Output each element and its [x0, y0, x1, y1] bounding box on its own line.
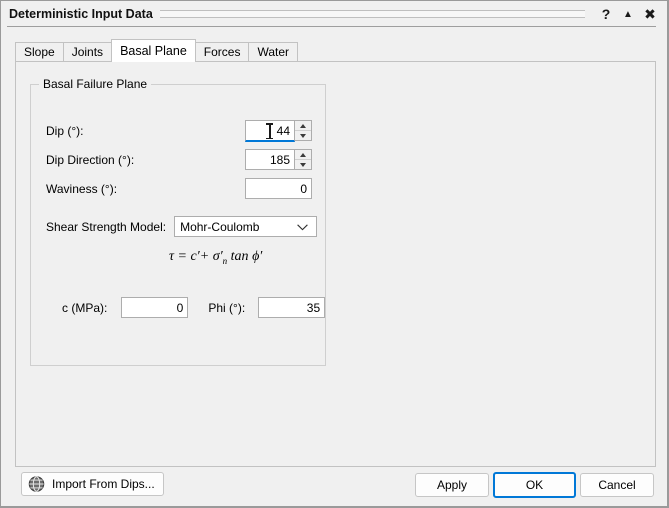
- dialog-window: Deterministic Input Data ? ▲ ✖ Slope Joi…: [0, 0, 669, 508]
- title-bar: Deterministic Input Data ? ▲ ✖: [1, 1, 667, 27]
- equation-sigma-subscript: n: [222, 255, 228, 266]
- equation-equals: =: [177, 249, 187, 264]
- equation-tan: tan: [230, 249, 249, 264]
- dip-direction-stepper-down[interactable]: [295, 160, 311, 169]
- cancel-button[interactable]: Cancel: [580, 473, 654, 497]
- title-separator: [7, 26, 656, 27]
- dip-value: 44: [276, 123, 290, 138]
- basal-failure-plane-group: Basal Failure Plane Dip (°): 44 Dip Dire…: [30, 77, 326, 366]
- phi-value: 35: [306, 300, 321, 315]
- import-from-dips-button[interactable]: Import From Dips...: [21, 472, 164, 496]
- dip-stepper-up[interactable]: [295, 121, 311, 131]
- dip-direction-label: Dip Direction (°):: [46, 152, 135, 167]
- dip-direction-value: 185: [269, 152, 290, 167]
- apply-button[interactable]: Apply: [415, 473, 489, 497]
- cohesion-input[interactable]: 0: [121, 297, 189, 318]
- equation-tau: τ: [169, 249, 175, 264]
- waviness-row: Waviness (°): 0: [46, 178, 312, 199]
- tab-content-panel: Basal Failure Plane Dip (°): 44 Dip Dire…: [15, 61, 656, 467]
- title-rule-decoration: [159, 10, 585, 18]
- tab-joints[interactable]: Joints: [62, 42, 113, 61]
- cohesion-value: 0: [176, 300, 184, 315]
- window-title: Deterministic Input Data: [9, 7, 153, 21]
- waviness-input[interactable]: 0: [245, 178, 312, 199]
- equation-plus: +: [199, 249, 210, 264]
- equation-phi: ϕ′: [252, 249, 263, 264]
- tab-strip: Slope Joints Basal Plane Forces Water: [15, 39, 299, 62]
- text-cursor-icon: [266, 123, 273, 139]
- group-legend: Basal Failure Plane: [39, 77, 152, 91]
- strength-parameters-row: c (MPa): 0 Phi (°): 35: [62, 297, 326, 318]
- waviness-label: Waviness (°):: [46, 181, 118, 196]
- tab-forces[interactable]: Forces: [194, 42, 250, 61]
- tab-slope[interactable]: Slope: [15, 42, 64, 61]
- close-icon[interactable]: ✖: [639, 3, 661, 25]
- globe-sphere-icon: [28, 476, 45, 493]
- dip-label: Dip (°):: [46, 124, 84, 138]
- dip-direction-stepper-up[interactable]: [295, 150, 311, 160]
- shear-strength-model-value: Mohr-Coulomb: [180, 219, 260, 234]
- shear-strength-model-label: Shear Strength Model:: [46, 219, 167, 234]
- chevron-down-icon: [297, 220, 308, 234]
- equation-sigma: σ′: [212, 249, 223, 264]
- tab-water[interactable]: Water: [248, 42, 299, 61]
- shear-strength-model-row: Shear Strength Model: Mohr-Coulomb: [46, 216, 318, 237]
- waviness-value: 0: [300, 181, 307, 196]
- dip-input[interactable]: 44: [245, 120, 295, 142]
- dip-direction-row: Dip Direction (°): 185: [46, 149, 312, 170]
- import-from-dips-label: Import From Dips...: [52, 477, 155, 491]
- dip-direction-stepper[interactable]: [295, 149, 312, 170]
- dip-stepper[interactable]: [295, 120, 312, 141]
- phi-input[interactable]: 35: [258, 297, 326, 318]
- ok-button[interactable]: OK: [493, 472, 576, 498]
- tab-basal-plane[interactable]: Basal Plane: [111, 39, 196, 62]
- phi-label: Phi (°):: [208, 300, 246, 315]
- dip-direction-input[interactable]: 185: [245, 149, 295, 170]
- help-question-icon[interactable]: ?: [595, 3, 617, 25]
- dip-row: Dip (°): 44: [46, 120, 312, 142]
- collapse-up-icon[interactable]: ▲: [617, 3, 639, 25]
- mohr-coulomb-equation: τ = c′+ σ′n tan ϕ′: [169, 249, 262, 266]
- equation-cohesion: c′: [190, 249, 200, 264]
- dip-stepper-down[interactable]: [295, 131, 311, 140]
- shear-strength-model-select[interactable]: Mohr-Coulomb: [174, 216, 318, 237]
- cohesion-label: c (MPa):: [62, 300, 108, 315]
